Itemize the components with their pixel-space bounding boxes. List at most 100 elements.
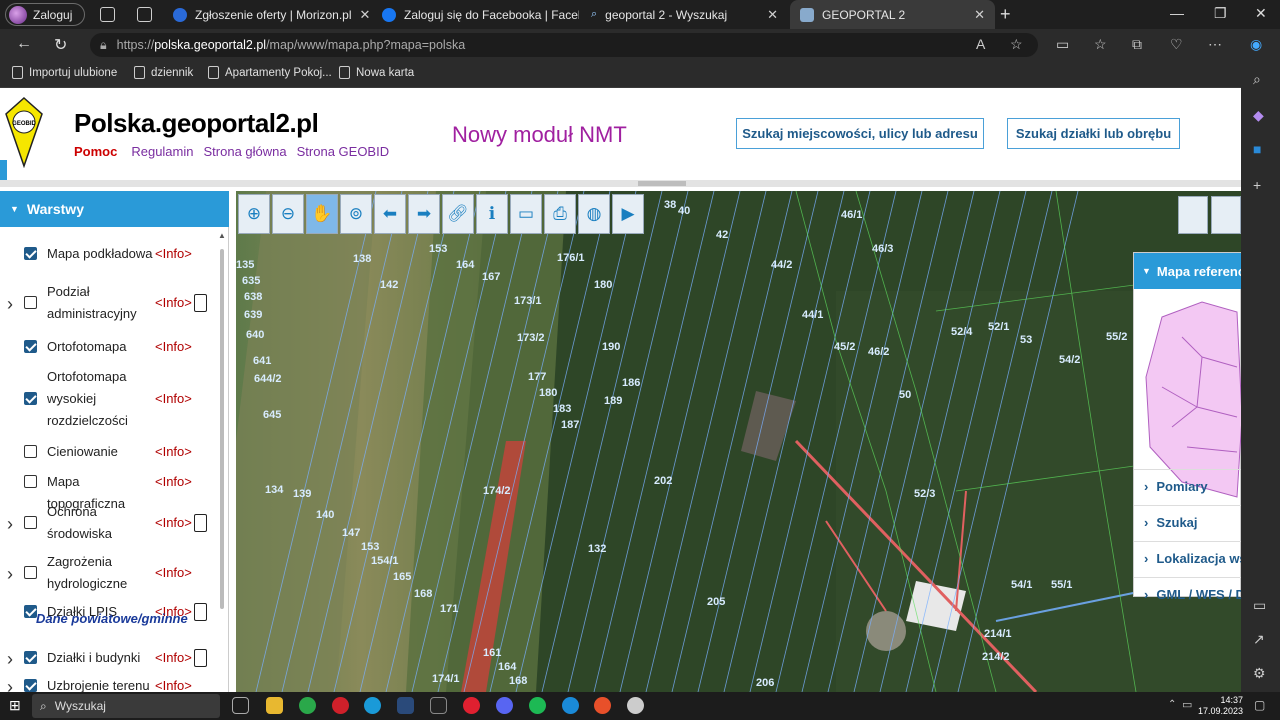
fav-apartamenty[interactable]: Apartamenty Pokoj... bbox=[208, 66, 332, 79]
minimize-icon[interactable]: — bbox=[1170, 5, 1184, 21]
scroll-thumb[interactable] bbox=[220, 249, 224, 609]
scroll-up-icon[interactable]: ▲ bbox=[218, 231, 226, 240]
url-field[interactable]: 🔒︎ https://polska.geoportal2.pl/map/www/… bbox=[90, 33, 1038, 57]
splitter-handle[interactable] bbox=[638, 181, 686, 186]
profile-button[interactable]: Zaloguj bbox=[5, 3, 85, 26]
favorite-star-icon[interactable]: ☆ bbox=[1010, 36, 1023, 53]
app-icon[interactable] bbox=[562, 697, 579, 714]
add-sidebar-icon[interactable]: + bbox=[1253, 177, 1261, 193]
expand-chevron-icon[interactable]: › bbox=[7, 514, 13, 535]
forward-arrow-icon[interactable]: ➡ bbox=[408, 194, 440, 234]
tab-geoportal[interactable]: GEOPORTAL 2 ✕ bbox=[790, 0, 995, 29]
globe-icon[interactable]: ◍ bbox=[578, 194, 610, 234]
app-icon[interactable] bbox=[463, 697, 480, 714]
new-tab-icon[interactable]: + bbox=[1000, 4, 1011, 25]
expand-chevron-icon[interactable]: › bbox=[7, 564, 13, 585]
tab-facebook[interactable]: Zaloguj się do Facebooka | Faceb ✕ bbox=[372, 0, 579, 29]
nmt-module-link[interactable]: Nowy moduł NMT bbox=[452, 122, 627, 148]
search-address-button[interactable]: Szukaj miejscowości, ulicy lub adresu bbox=[736, 118, 984, 149]
maximize-icon[interactable]: ❐ bbox=[1214, 5, 1227, 22]
split-screen-icon[interactable]: ▭ bbox=[1056, 36, 1069, 53]
info-icon[interactable]: ℹ bbox=[476, 194, 508, 234]
layer-info-link[interactable]: <Info> bbox=[155, 295, 192, 310]
zoom-extent-icon[interactable]: ⊚ bbox=[340, 194, 372, 234]
site-title[interactable]: Polska.geoportal2.pl bbox=[74, 108, 319, 139]
video-icon[interactable]: ▶ bbox=[612, 194, 644, 234]
layer-checkbox[interactable] bbox=[24, 651, 37, 664]
browser-essentials-icon[interactable]: ♡ bbox=[1170, 36, 1183, 53]
layer-checkbox[interactable] bbox=[24, 296, 37, 309]
layer-checkbox[interactable] bbox=[24, 247, 37, 260]
layer-checkbox[interactable] bbox=[24, 475, 37, 488]
refresh-icon[interactable]: ↻ bbox=[54, 35, 67, 55]
link-icon[interactable]: 🔗︎ bbox=[442, 194, 474, 234]
task-view-icon[interactable] bbox=[232, 697, 249, 714]
panel-pomiary[interactable]: › Pomiary bbox=[1134, 469, 1241, 503]
layer-info-link[interactable]: <Info> bbox=[155, 678, 192, 692]
close-window-icon[interactable]: ✕ bbox=[1255, 5, 1267, 22]
layer-info-link[interactable]: <Info> bbox=[155, 474, 192, 489]
document-icon[interactable] bbox=[194, 514, 207, 532]
layer-checkbox[interactable] bbox=[24, 516, 37, 529]
close-tab-icon[interactable]: ✕ bbox=[767, 7, 778, 23]
search-parcel-button[interactable]: Szukaj działki lub obrębu bbox=[1007, 118, 1180, 149]
fav-nowa-karta[interactable]: Nowa karta bbox=[339, 66, 414, 79]
layer-info-link[interactable]: <Info> bbox=[155, 650, 192, 665]
layer-info-link[interactable]: <Info> bbox=[155, 339, 192, 354]
app-icon[interactable] bbox=[594, 697, 611, 714]
layout-single-icon[interactable] bbox=[1178, 196, 1208, 234]
document-icon[interactable] bbox=[194, 603, 207, 621]
print-icon[interactable]: ⎙ bbox=[544, 194, 576, 234]
layer-checkbox[interactable] bbox=[24, 679, 37, 692]
panel-szukaj[interactable]: › Szukaj bbox=[1134, 505, 1241, 539]
zoom-in-icon[interactable]: ⊕ bbox=[238, 194, 270, 234]
clock[interactable]: 14:37 17.09.2023 bbox=[1198, 695, 1243, 717]
reference-map-header[interactable]: ▼ Mapa referencyjna bbox=[1134, 253, 1241, 289]
sidebar-panel-icon[interactable]: ▭ bbox=[1253, 597, 1266, 614]
file-explorer-icon[interactable] bbox=[266, 697, 283, 714]
search-icon[interactable]: ⌕ bbox=[1253, 71, 1261, 88]
copilot-icon[interactable]: ◉ bbox=[1250, 36, 1262, 53]
tray-icon[interactable]: ▭ bbox=[1182, 698, 1192, 711]
favorites-icon[interactable]: ☆ bbox=[1094, 36, 1107, 53]
expand-chevron-icon[interactable]: › bbox=[7, 677, 13, 692]
open-external-icon[interactable]: ↗ bbox=[1253, 631, 1265, 648]
more-menu-icon[interactable]: ⋯ bbox=[1208, 36, 1222, 53]
layer-checkbox[interactable] bbox=[24, 445, 37, 458]
shopping-icon[interactable]: ◆ bbox=[1253, 107, 1264, 124]
back-icon[interactable]: ← bbox=[16, 35, 32, 53]
pan-hand-icon[interactable]: ✋ bbox=[306, 194, 338, 234]
app-icon[interactable] bbox=[627, 697, 644, 714]
layer-info-link[interactable]: <Info> bbox=[155, 565, 192, 580]
close-tab-icon[interactable]: ✕ bbox=[360, 7, 370, 23]
expand-chevron-icon[interactable]: › bbox=[7, 294, 13, 315]
layer-checkbox[interactable] bbox=[24, 392, 37, 405]
layer-info-link[interactable]: <Info> bbox=[155, 444, 192, 459]
orthophoto-map[interactable] bbox=[236, 191, 1241, 692]
chrome-icon[interactable] bbox=[299, 697, 316, 714]
panel-lokalizacja[interactable]: ›Lokalizacja wsp bbox=[1134, 541, 1241, 575]
read-aloud-icon[interactable]: A bbox=[976, 36, 985, 52]
steam-icon[interactable] bbox=[397, 697, 414, 714]
zoom-out-icon[interactable]: ⊖ bbox=[272, 194, 304, 234]
workspaces-icon[interactable] bbox=[100, 7, 115, 22]
layers-header[interactable]: ▼ Warstwy bbox=[0, 191, 229, 227]
tray-chevron-icon[interactable]: ⌃ bbox=[1168, 699, 1176, 710]
panel-gml-wfs-dxf[interactable]: ›GML / WFS / DXF bbox=[1134, 577, 1241, 611]
discord-icon[interactable] bbox=[496, 697, 513, 714]
layers-scrollbar[interactable]: ▲ bbox=[217, 231, 227, 691]
expand-chevron-icon[interactable]: › bbox=[7, 649, 13, 670]
layer-checkbox[interactable] bbox=[24, 566, 37, 579]
measure-icon[interactable]: ▭ bbox=[510, 194, 542, 234]
outlook-icon[interactable]: ■ bbox=[1253, 141, 1261, 157]
epic-games-icon[interactable] bbox=[430, 697, 447, 714]
link-regulamin[interactable]: Regulamin bbox=[131, 144, 193, 159]
tab-morizon[interactable]: Zgłoszenie oferty | Morizon.pl ✕ bbox=[163, 0, 370, 29]
horizontal-splitter[interactable] bbox=[0, 180, 1241, 187]
document-icon[interactable] bbox=[194, 649, 207, 667]
layer-checkbox[interactable] bbox=[24, 340, 37, 353]
notification-icon[interactable]: ▢ bbox=[1254, 698, 1265, 712]
tab-actions-icon[interactable] bbox=[137, 7, 152, 22]
opera-icon[interactable] bbox=[332, 697, 349, 714]
layout-split-icon[interactable] bbox=[1211, 196, 1241, 234]
